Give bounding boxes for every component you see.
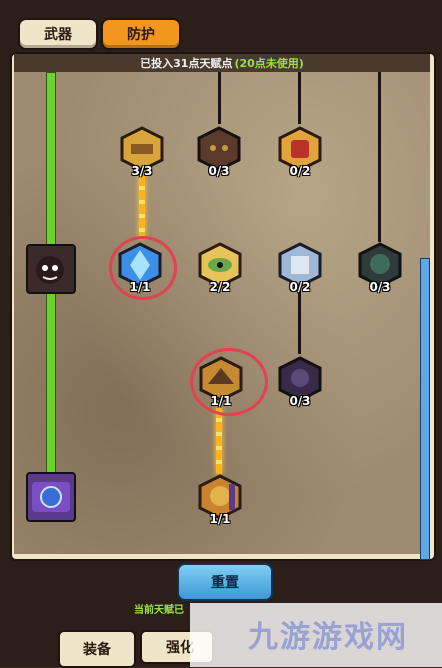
talent-points-invested: 已投入31点天赋点 [140,57,233,70]
connector-line [298,72,301,124]
talent-count: 1/1 [210,394,232,408]
talent-status-text: 当前天赋已 [134,605,184,616]
watermark-text: 九游游戏网 [248,620,408,655]
talent-count: 0/2 [289,164,311,178]
tab-defense[interactable]: 防护 [101,18,181,50]
connector-line [298,290,301,354]
talent-count: 1/1 [209,512,231,526]
talent-count: 0/3 [289,394,311,408]
scrollbar[interactable] [420,258,430,560]
connector-line [378,72,381,242]
equip-button[interactable]: 装备 [58,630,136,668]
tab-weapon[interactable]: 武器 [18,18,98,50]
talent-count: 0/3 [369,280,391,294]
talent-points-header: 已投入31点天赋点 (20点未使用) [14,54,430,72]
tier-monster-icon [26,244,76,294]
talent-count: 2/2 [209,280,231,294]
connector-line [218,72,221,124]
talent-count: 0/2 [289,280,311,294]
talent-count: 0/3 [208,164,230,178]
talent-points-unused: (20点未使用) [234,57,304,70]
active-connector [139,176,145,238]
reset-button[interactable]: 重置 [177,563,273,601]
talent-count: 3/3 [131,164,153,178]
tier-shield-icon [26,472,76,522]
active-connector [216,408,222,474]
talent-count: 1/1 [129,280,151,294]
